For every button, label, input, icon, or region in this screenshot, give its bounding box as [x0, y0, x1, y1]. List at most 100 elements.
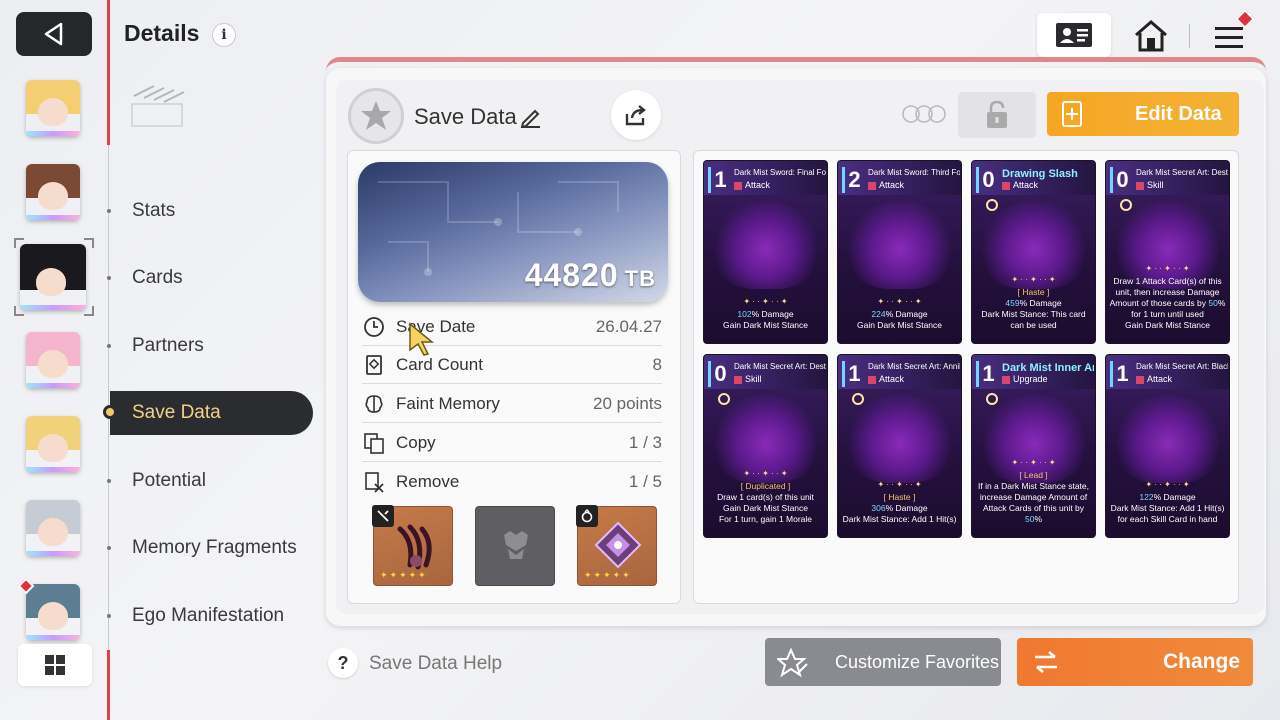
card-type: Attack	[868, 180, 904, 190]
equipment-slot-accessory[interactable]: ✦✦✦✦✦	[576, 505, 657, 586]
help-link[interactable]: Save Data Help	[369, 653, 502, 675]
card-type-label: Attack	[1013, 180, 1039, 190]
nav-item-cards[interactable]: Cards	[132, 267, 183, 289]
claw-item-icon	[397, 524, 432, 570]
card-type: Attack	[1136, 374, 1172, 384]
character-portrait[interactable]	[26, 164, 80, 220]
card-type-label: Attack	[745, 180, 771, 190]
row-value: 8	[652, 354, 662, 374]
grid-icon	[45, 655, 65, 675]
card-keyword-icon	[1120, 199, 1132, 211]
remove-icon	[365, 472, 384, 493]
divider	[107, 650, 110, 720]
character-portrait[interactable]	[26, 584, 80, 640]
id-card-icon	[1056, 23, 1092, 47]
skill-card[interactable]: 1 Dark Mist Secret Art: Annihilation Attac…	[837, 354, 962, 538]
crystal-item-icon	[594, 521, 642, 569]
card-name: Dark Mist Secret Art: Annihilation	[868, 362, 960, 371]
row-value: 20 points	[593, 393, 662, 413]
card-icon	[366, 354, 382, 375]
nav-item-potential[interactable]: Potential	[132, 470, 206, 492]
skill-card[interactable]: 0 Dark Mist Secret Art: Destruction Skill ✦…	[703, 354, 828, 538]
home-icon	[1135, 20, 1167, 52]
nav-dot	[107, 344, 111, 348]
card-type-label: Attack	[1147, 374, 1173, 384]
edit-data-label: Edit Data	[1135, 102, 1222, 125]
star-edit-icon	[777, 648, 808, 678]
card-art	[712, 201, 820, 289]
card-cost: 1	[1110, 361, 1132, 387]
card-name: Dark Mist Sword: Third Form	[868, 168, 960, 177]
customize-favorites-button[interactable]: Customize Favorites	[765, 638, 1001, 686]
skill-card[interactable]: 0 Drawing Slash Attack ✦ · · ✦ · · ✦[ Haste…	[971, 160, 1096, 344]
skill-card[interactable]: 1 Dark Mist Secret Art: Black Dance Attack…	[1105, 354, 1230, 538]
card-type: Skill	[734, 374, 762, 384]
tb-value: 44820	[524, 257, 619, 293]
armor-icon	[504, 531, 528, 559]
nav-item-partners[interactable]: Partners	[132, 335, 204, 357]
ring-icon	[581, 509, 593, 523]
brain-icon	[365, 394, 383, 413]
card-type: Upgrade	[1002, 374, 1048, 384]
card-description: ✦ · · ✦ · · ✦[ Duplicated ] Draw 1 card(s…	[717, 469, 814, 524]
nav-item-memory-fragments[interactable]: Memory Fragments	[132, 537, 297, 559]
home-button[interactable]	[1130, 16, 1172, 56]
character-portrait[interactable]	[26, 80, 80, 136]
save-data-emblem	[348, 88, 404, 144]
card-cost: 0	[1110, 167, 1132, 193]
nav-item-ego-manifestation[interactable]: Ego Manifestation	[132, 605, 284, 627]
card-description: ✦ · · ✦ · · ✦ 224% Damage Gain Dark Mist S…	[856, 297, 943, 330]
row-label: Copy	[396, 432, 436, 452]
card-type: Skill	[1136, 180, 1164, 190]
card-name: Drawing Slash	[1002, 168, 1078, 180]
row-label: Remove	[396, 472, 460, 491]
row-label: Faint Memory	[396, 393, 500, 413]
card-type-label: Skill	[1147, 180, 1164, 190]
nav-item-stats[interactable]: Stats	[132, 200, 175, 222]
back-button[interactable]	[16, 12, 92, 56]
card-name: Dark Mist Secret Art: Black Dance	[1136, 362, 1228, 371]
character-portrait[interactable]	[26, 500, 80, 556]
info-icon[interactable]: i	[212, 23, 236, 47]
grid-view-button[interactable]	[18, 644, 92, 686]
equipment-slot-armor-empty[interactable]	[475, 506, 555, 586]
share-button[interactable]	[611, 90, 661, 140]
skill-card[interactable]: 1 Dark Mist Sword: Final Form Attack ✦ · · …	[703, 160, 828, 344]
card-type: Attack	[1002, 180, 1038, 190]
edit-data-button[interactable]: Edit Data	[1047, 92, 1239, 136]
skill-card[interactable]: 2 Dark Mist Sword: Third Form Attack ✦ · · …	[837, 160, 962, 344]
info-row-faint-memory: Faint Memory 20 points	[362, 385, 662, 423]
help-icon[interactable]: ?	[328, 648, 358, 678]
character-portrait[interactable]	[26, 332, 80, 388]
nav-dot	[107, 546, 111, 550]
card-cost: 1	[842, 361, 864, 387]
equipment-slot-weapon[interactable]: ✦✦✦✦✦	[372, 505, 453, 586]
change-button[interactable]: Change	[1017, 638, 1253, 686]
profile-card-button[interactable]	[1037, 13, 1111, 57]
lock-button[interactable]	[958, 92, 1036, 138]
star-emblem-icon	[361, 101, 391, 130]
rings-icon	[902, 105, 946, 123]
skill-card[interactable]: 1 Dark Mist Inner Art Upgrade ✦ · · ✦ · · ✦…	[971, 354, 1096, 538]
mouse-cursor-icon	[406, 322, 436, 356]
pencil-icon[interactable]	[520, 106, 542, 128]
skill-card[interactable]: 0 Dark Mist Secret Art: Destruction Skill ✦…	[1105, 160, 1230, 344]
back-icon	[44, 22, 63, 46]
tb-unit: TB	[624, 266, 656, 291]
edit-card-icon	[1062, 101, 1082, 127]
card-cost: 1	[708, 167, 730, 193]
card-description: ✦ · · ✦ · · ✦[ Haste ] 306% Damage Dark Mi…	[842, 480, 957, 524]
card-keyword-icon	[986, 393, 998, 405]
character-portrait-selected[interactable]	[20, 244, 86, 310]
page-title: Details	[124, 20, 200, 46]
card-cost: 0	[708, 361, 730, 387]
row-value: 1 / 5	[628, 472, 662, 491]
customize-favorites-label: Customize Favorites	[835, 651, 1000, 672]
card-art	[846, 395, 954, 483]
character-portrait[interactable]	[26, 416, 80, 472]
row-value: 1 / 3	[628, 432, 662, 452]
card-description: ✦ · · ✦ · · ✦ Draw 1 Attack Card(s) of th…	[1109, 264, 1226, 330]
data-capacity-card: 44820 TB	[358, 162, 668, 302]
share-icon	[625, 105, 646, 126]
divider	[108, 145, 109, 720]
